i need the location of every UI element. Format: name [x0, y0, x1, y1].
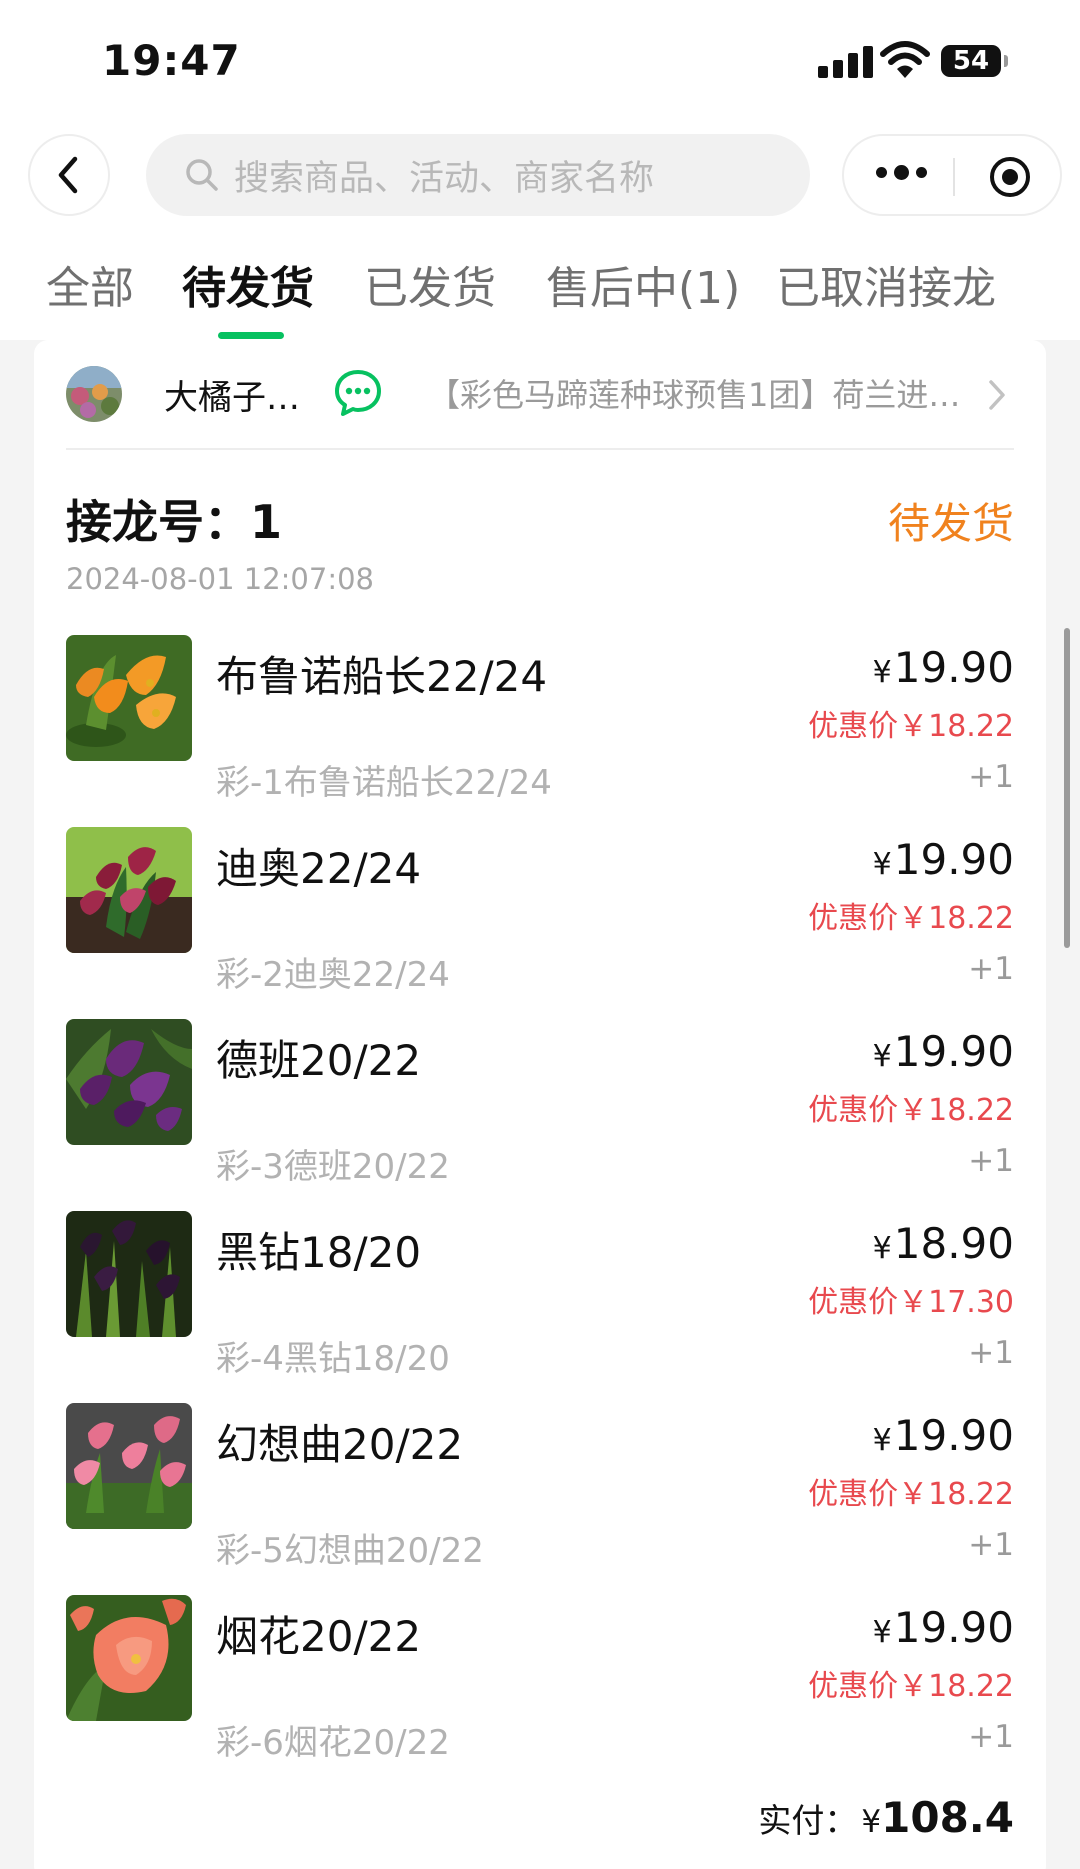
product-price: ¥18.90 — [873, 1219, 1014, 1268]
discount-price: 优惠价￥18.22 — [808, 901, 1014, 936]
search-placeholder: 搜索商品、活动、商家名称 — [234, 158, 655, 199]
currency-symbol: ¥ — [872, 847, 892, 882]
tab-all[interactable]: 全部 — [46, 252, 134, 316]
product-image — [66, 1211, 192, 1337]
currency-symbol: ¥ — [872, 655, 892, 690]
product-spec: 彩-3德班20/22 — [216, 1147, 450, 1187]
product-quantity: +1 — [968, 1527, 1014, 1563]
price-value: 19.90 — [893, 643, 1014, 692]
shop-name[interactable]: 大橘子… — [164, 370, 300, 419]
product-price: ¥19.90 — [873, 1027, 1014, 1076]
wifi-icon — [880, 41, 930, 78]
battery-icon: 54 — [941, 45, 1008, 77]
product-name: 幻想曲20/22 — [216, 1420, 464, 1469]
currency-symbol: ¥ — [872, 1231, 892, 1266]
product-image — [66, 827, 192, 953]
list-item[interactable]: 烟花20/22 彩-6烟花20/22 ¥19.90 优惠价￥18.22 +1 — [66, 1595, 1014, 1763]
chat-bubble-icon[interactable] — [332, 367, 384, 419]
product-name: 迪奥22/24 — [216, 844, 422, 893]
search-bar[interactable]: 搜索商品、活动、商家名称 — [146, 134, 810, 216]
discount-price: 优惠价￥18.22 — [808, 709, 1014, 744]
currency-symbol: ¥ — [872, 1615, 892, 1650]
tab-shipped[interactable]: 已发货 — [364, 252, 496, 316]
capsule-divider — [953, 158, 955, 196]
product-name: 烟花20/22 — [216, 1612, 422, 1661]
avatar — [66, 366, 122, 422]
product-image — [66, 1595, 192, 1721]
product-spec: 彩-4黑钻18/20 — [216, 1339, 450, 1379]
list-item[interactable]: 德班20/22 彩-3德班20/22 ¥19.90 优惠价￥18.22 +1 — [66, 1019, 1014, 1187]
price-value: 19.90 — [893, 1603, 1014, 1652]
search-icon — [186, 159, 218, 191]
list-item[interactable]: 布鲁诺船长22/24 彩-1布鲁诺船长22/24 ¥19.90 优惠价￥18.2… — [66, 635, 1014, 803]
chevron-right-icon — [989, 380, 1005, 410]
product-name: 德班20/22 — [216, 1036, 422, 1085]
product-price: ¥19.90 — [873, 1603, 1014, 1652]
top-header: 19:47 54 搜索商品、活动、商家名称 全部 待发货 已发货 售后中(1) … — [0, 0, 1080, 340]
target-icon[interactable] — [990, 157, 1030, 197]
back-button[interactable] — [28, 134, 110, 216]
divider — [66, 448, 1014, 450]
shop-row[interactable]: 大橘子… 【彩色马蹄莲种球预售1团】荷兰进… — [66, 360, 1014, 426]
product-price: ¥19.90 — [873, 643, 1014, 692]
product-price: ¥19.90 — [873, 1411, 1014, 1460]
price-value: 19.90 — [893, 1411, 1014, 1460]
product-image — [66, 1019, 192, 1145]
mini-program-capsule — [842, 134, 1062, 216]
total-amount: 108.4 — [881, 1793, 1014, 1842]
active-tab-indicator — [218, 332, 284, 339]
currency-symbol: ¥ — [872, 1423, 892, 1458]
discount-price: 优惠价￥17.30 — [808, 1285, 1014, 1320]
order-tabs: 全部 待发货 已发货 售后中(1) 已取消接龙 — [0, 252, 1080, 340]
tab-pending-shipment[interactable]: 待发货 — [182, 252, 314, 316]
total-label: 实付： — [758, 1801, 858, 1840]
currency-symbol: ¥ — [861, 1804, 882, 1840]
list-item[interactable]: 迪奥22/24 彩-2迪奥22/24 ¥19.90 优惠价￥18.22 +1 — [66, 827, 1014, 995]
order-status: 待发货 — [887, 499, 1014, 548]
more-dots-icon[interactable] — [876, 165, 927, 180]
discount-price: 优惠价￥18.22 — [808, 1669, 1014, 1704]
product-quantity: +1 — [968, 1719, 1014, 1755]
jielong-number: 接龙号：1 — [66, 495, 283, 549]
product-name: 黑钻18/20 — [216, 1228, 422, 1277]
product-quantity: +1 — [968, 951, 1014, 987]
product-spec: 彩-1布鲁诺船长22/24 — [216, 763, 552, 803]
product-quantity: +1 — [968, 759, 1014, 795]
order-datetime: 2024-08-01 12:07:08 — [66, 562, 374, 596]
tab-cancelled[interactable]: 已取消接龙 — [776, 252, 996, 316]
product-price: ¥19.90 — [873, 835, 1014, 884]
price-value: 18.90 — [893, 1219, 1014, 1268]
product-quantity: +1 — [968, 1143, 1014, 1179]
status-time: 19:47 — [102, 36, 241, 85]
cellular-signal-icon — [818, 46, 876, 78]
product-spec: 彩-5幻想曲20/22 — [216, 1531, 484, 1571]
activity-title[interactable]: 【彩色马蹄莲种球预售1团】荷兰进… — [428, 370, 960, 416]
product-spec: 彩-6烟花20/22 — [216, 1723, 450, 1763]
product-spec: 彩-2迪奥22/24 — [216, 955, 450, 995]
list-item[interactable]: 幻想曲20/22 彩-5幻想曲20/22 ¥19.90 优惠价￥18.22 +1 — [66, 1403, 1014, 1571]
discount-price: 优惠价￥18.22 — [808, 1093, 1014, 1128]
list-item[interactable]: 黑钻18/20 彩-4黑钻18/20 ¥18.90 优惠价￥17.30 +1 — [66, 1211, 1014, 1379]
price-value: 19.90 — [893, 835, 1014, 884]
product-quantity: +1 — [968, 1335, 1014, 1371]
product-image — [66, 1403, 192, 1529]
tab-after-sales[interactable]: 售后中(1) — [546, 252, 740, 316]
discount-price: 优惠价￥18.22 — [808, 1477, 1014, 1512]
product-name: 布鲁诺船长22/24 — [216, 652, 548, 701]
order-total: 实付： ¥108.4 — [758, 1793, 1014, 1842]
scrollbar[interactable] — [1064, 628, 1070, 948]
currency-symbol: ¥ — [872, 1039, 892, 1074]
chevron-left-icon — [58, 156, 78, 194]
product-image — [66, 635, 192, 761]
order-card[interactable]: 大橘子… 【彩色马蹄莲种球预售1团】荷兰进… 接龙号：1 待发货 2024-08… — [34, 340, 1046, 1869]
price-value: 19.90 — [893, 1027, 1014, 1076]
